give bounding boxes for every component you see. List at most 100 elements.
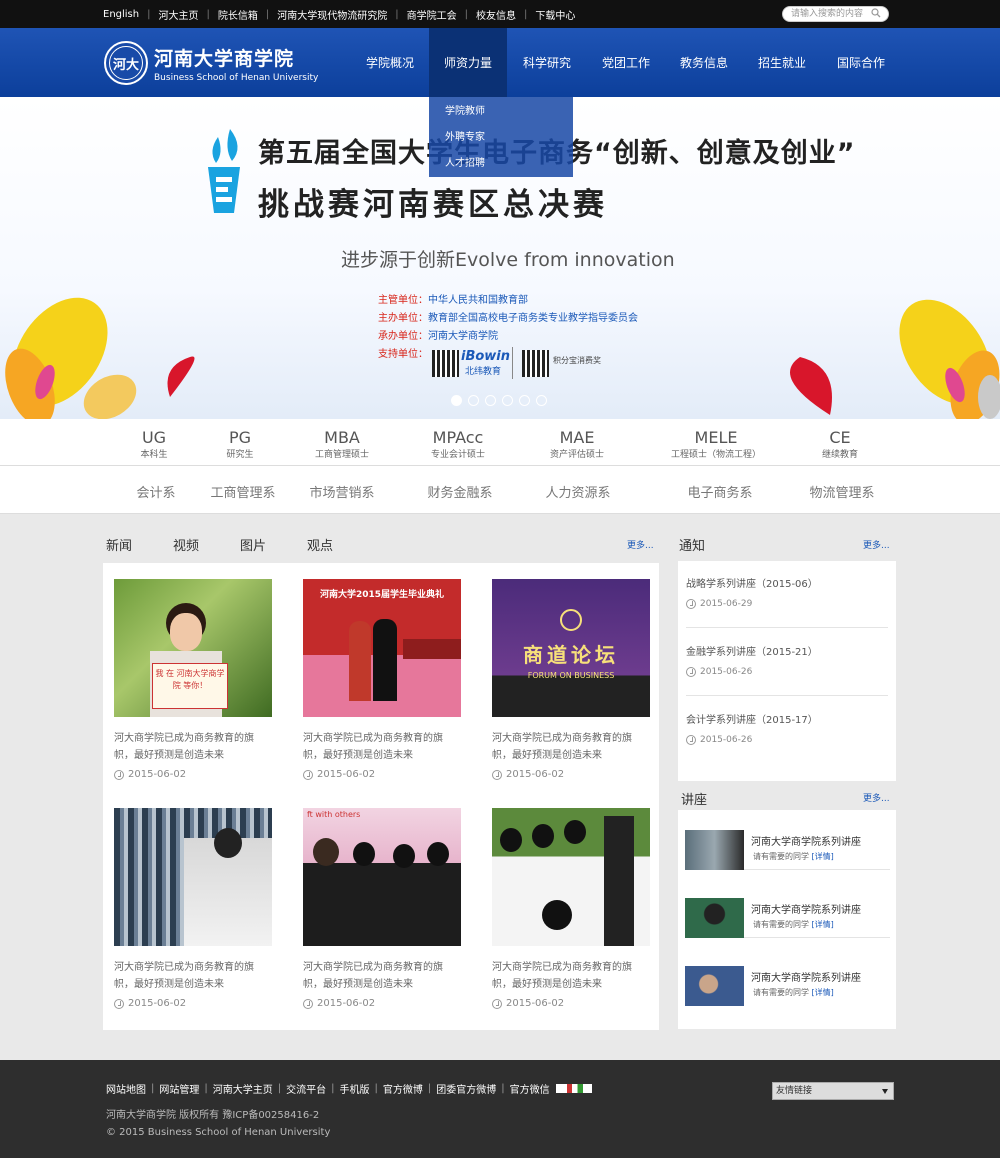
news-title[interactable]: 河大商学院已成为商务教育的旗帜，最好预测是创造未来 (492, 730, 650, 764)
footer-link-wechat[interactable]: 官方微信 (510, 1081, 550, 1096)
notice-more-link[interactable]: 更多... (863, 538, 890, 551)
program-ug[interactable]: UG 本科生 (140, 429, 167, 461)
qr-code-ibowin (432, 350, 459, 377)
news-title[interactable]: 河大商学院已成为商务教育的旗帜，最好预测是创造未来 (492, 959, 650, 993)
departments-bar: 会计系 工商管理系 市场营销系 财务金融系 人力资源系 电子商务系 物流管理系 (0, 466, 1000, 514)
top-link-downloads[interactable]: 下载中心 (535, 7, 575, 22)
notice-item[interactable]: 会计学系列讲座（2015-17） 2015-06-26 (686, 711, 818, 745)
footer-link-henu-home[interactable]: 河南大学主页 (213, 1081, 273, 1096)
tab-news[interactable]: 新闻 (106, 535, 132, 554)
news-card[interactable]: 河大商学院已成为商务教育的旗帜，最好预测是创造未来 2015-06-02 (492, 808, 650, 1009)
dept-accounting[interactable]: 会计系 (136, 482, 175, 501)
lecture-detail-link[interactable]: [详情] (812, 988, 834, 997)
search-input[interactable]: 请输入搜索的内容 (782, 6, 889, 22)
top-link-english[interactable]: English (103, 9, 139, 20)
sponsor-ibowin-logo: iBowin (461, 349, 511, 364)
program-mae[interactable]: MAE 资产评估硕士 (550, 429, 604, 461)
carousel-dot-3[interactable] (485, 395, 496, 406)
news-title[interactable]: 河大商学院已成为商务教育的旗帜，最好预测是创造未来 (114, 959, 272, 993)
news-image[interactable]: 河南大学2015届学生毕业典礼 (303, 579, 461, 717)
footer-link-forum[interactable]: 交流平台 (286, 1081, 326, 1096)
lectures-more-link[interactable]: 更多... (863, 791, 890, 804)
nav-research[interactable]: 科学研究 (507, 28, 587, 97)
nav-academic[interactable]: 教务信息 (665, 28, 743, 97)
lecture-item[interactable]: 河南大学商学院系列讲座 请有需要的同学 [详情] (685, 946, 890, 1006)
nav-party[interactable]: 党团工作 (587, 28, 665, 97)
program-mpacc[interactable]: MPAcc 专业会计硕士 (431, 429, 485, 461)
programs-bar: UG 本科生 PG 研究生 MBA 工商管理硕士 MPAcc 专业会计硕士 MAE 资产评… (0, 419, 1000, 466)
news-image[interactable]: 我 在 河南大学商学院 等你！ (114, 579, 272, 717)
top-link-henu-home[interactable]: 河大主页 (158, 7, 198, 22)
top-link-logistics-institute[interactable]: 河南大学现代物流研究院 (277, 7, 387, 22)
carousel-dot-2[interactable] (468, 395, 479, 406)
lecture-thumbnail[interactable] (685, 898, 744, 938)
news-title[interactable]: 河大商学院已成为商务教育的旗帜，最好预测是创造未来 (114, 730, 272, 764)
notice-item[interactable]: 金融学系列讲座（2015-21） 2015-06-26 (686, 643, 818, 677)
news-card[interactable]: ft with others 河大商学院已成为商务教育的旗帜，最好预测是创造未来… (303, 808, 461, 1009)
dropdown-item-external-experts[interactable]: 外聘专家 (429, 131, 573, 157)
search-icon[interactable] (871, 8, 881, 18)
carousel-dot-4[interactable] (502, 395, 513, 406)
news-image[interactable] (114, 808, 272, 946)
news-title[interactable]: 河大商学院已成为商务教育的旗帜，最好预测是创造未来 (303, 959, 461, 993)
carousel-dot-5[interactable] (519, 395, 530, 406)
dept-finance[interactable]: 财务金融系 (427, 482, 492, 501)
nav-admission[interactable]: 招生就业 (743, 28, 821, 97)
sponsor-ibowin-cn: 北纬教育 (465, 367, 502, 377)
lecture-item[interactable]: 河南大学商学院系列讲座 请有需要的同学 [详情] (685, 810, 890, 870)
carousel-dot-1[interactable] (451, 395, 462, 406)
program-mba[interactable]: MBA 工商管理硕士 (315, 429, 369, 461)
dept-ecommerce[interactable]: 电子商务系 (687, 482, 752, 501)
dept-marketing[interactable]: 市场营销系 (309, 482, 374, 501)
top-link-dean-mailbox[interactable]: 院长信箱 (218, 7, 258, 22)
nav-about[interactable]: 学院概况 (351, 28, 429, 97)
brand[interactable]: 河南大学商学院 Business School of Henan Univers… (154, 44, 318, 83)
lecture-detail-link[interactable]: [详情] (812, 852, 834, 861)
tab-opinions[interactable]: 观点 (307, 535, 333, 554)
news-date: 2015-06-02 (303, 769, 461, 780)
program-pg[interactable]: PG 研究生 (226, 429, 253, 461)
lecture-detail-link[interactable]: [详情] (812, 920, 834, 929)
news-image[interactable]: 商道论坛 FORUM ON BUSINESS (492, 579, 650, 717)
news-date: 2015-06-02 (492, 998, 650, 1009)
carousel-dot-6[interactable] (536, 395, 547, 406)
news-tabs: 新闻 视频 图片 观点 (106, 535, 374, 554)
footer-link-weibo[interactable]: 官方微博 (383, 1081, 423, 1096)
news-date: 2015-06-02 (114, 998, 272, 1009)
nav-international[interactable]: 国际合作 (821, 28, 901, 97)
program-mele[interactable]: MELE 工程硕士（物流工程） (671, 429, 761, 461)
cnzz-stats-icon[interactable] (555, 1084, 592, 1093)
news-title[interactable]: 河大商学院已成为商务教育的旗帜，最好预测是创造未来 (303, 730, 461, 764)
university-logo[interactable]: 河大 (104, 41, 148, 85)
footer-link-sitemap[interactable]: 网站地图 (106, 1081, 146, 1096)
news-card[interactable]: 商道论坛 FORUM ON BUSINESS 河大商学院已成为商务教育的旗帜，最… (492, 579, 650, 780)
news-image[interactable]: ft with others (303, 808, 461, 946)
program-ce[interactable]: CE 继续教育 (822, 429, 858, 461)
top-link-alumni[interactable]: 校友信息 (476, 7, 516, 22)
torch-icon (208, 129, 240, 213)
clock-icon (492, 769, 502, 780)
news-card[interactable]: 我 在 河南大学商学院 等你！ 河大商学院已成为商务教育的旗帜，最好预测是创造未… (114, 579, 272, 780)
friend-links-select[interactable]: 友情链接 (772, 1082, 894, 1100)
news-card[interactable]: 河大商学院已成为商务教育的旗帜，最好预测是创造未来 2015-06-02 (114, 808, 272, 1009)
tab-pictures[interactable]: 图片 (240, 535, 266, 554)
footer-copyright-cn: 河南大学商学院 版权所有 豫ICP备00258416-2 (106, 1110, 320, 1121)
dept-business-admin[interactable]: 工商管理系 (210, 482, 275, 501)
lecture-thumbnail[interactable] (685, 830, 744, 870)
footer-link-admin[interactable]: 网站管理 (159, 1081, 199, 1096)
tab-video[interactable]: 视频 (173, 535, 199, 554)
nav-faculty[interactable]: 师资力量 (429, 28, 507, 97)
notice-item[interactable]: 战略学系列讲座（2015-06） 2015-06-29 (686, 575, 818, 609)
news-card[interactable]: 河南大学2015届学生毕业典礼 河大商学院已成为商务教育的旗帜，最好预测是创造未… (303, 579, 461, 780)
dropdown-item-faculty[interactable]: 学院教师 (429, 105, 573, 131)
footer-link-league-weibo[interactable]: 团委官方微博 (436, 1081, 496, 1096)
news-more-link[interactable]: 更多... (627, 538, 654, 551)
dept-logistics[interactable]: 物流管理系 (809, 482, 874, 501)
lecture-thumbnail[interactable] (685, 966, 744, 1006)
news-image[interactable] (492, 808, 650, 946)
dept-hr[interactable]: 人力资源系 (545, 482, 610, 501)
dropdown-item-recruitment[interactable]: 人才招聘 (429, 157, 573, 183)
footer-link-mobile[interactable]: 手机版 (340, 1081, 370, 1096)
top-link-union[interactable]: 商学院工会 (407, 7, 457, 22)
lecture-item[interactable]: 河南大学商学院系列讲座 请有需要的同学 [详情] (685, 878, 890, 938)
